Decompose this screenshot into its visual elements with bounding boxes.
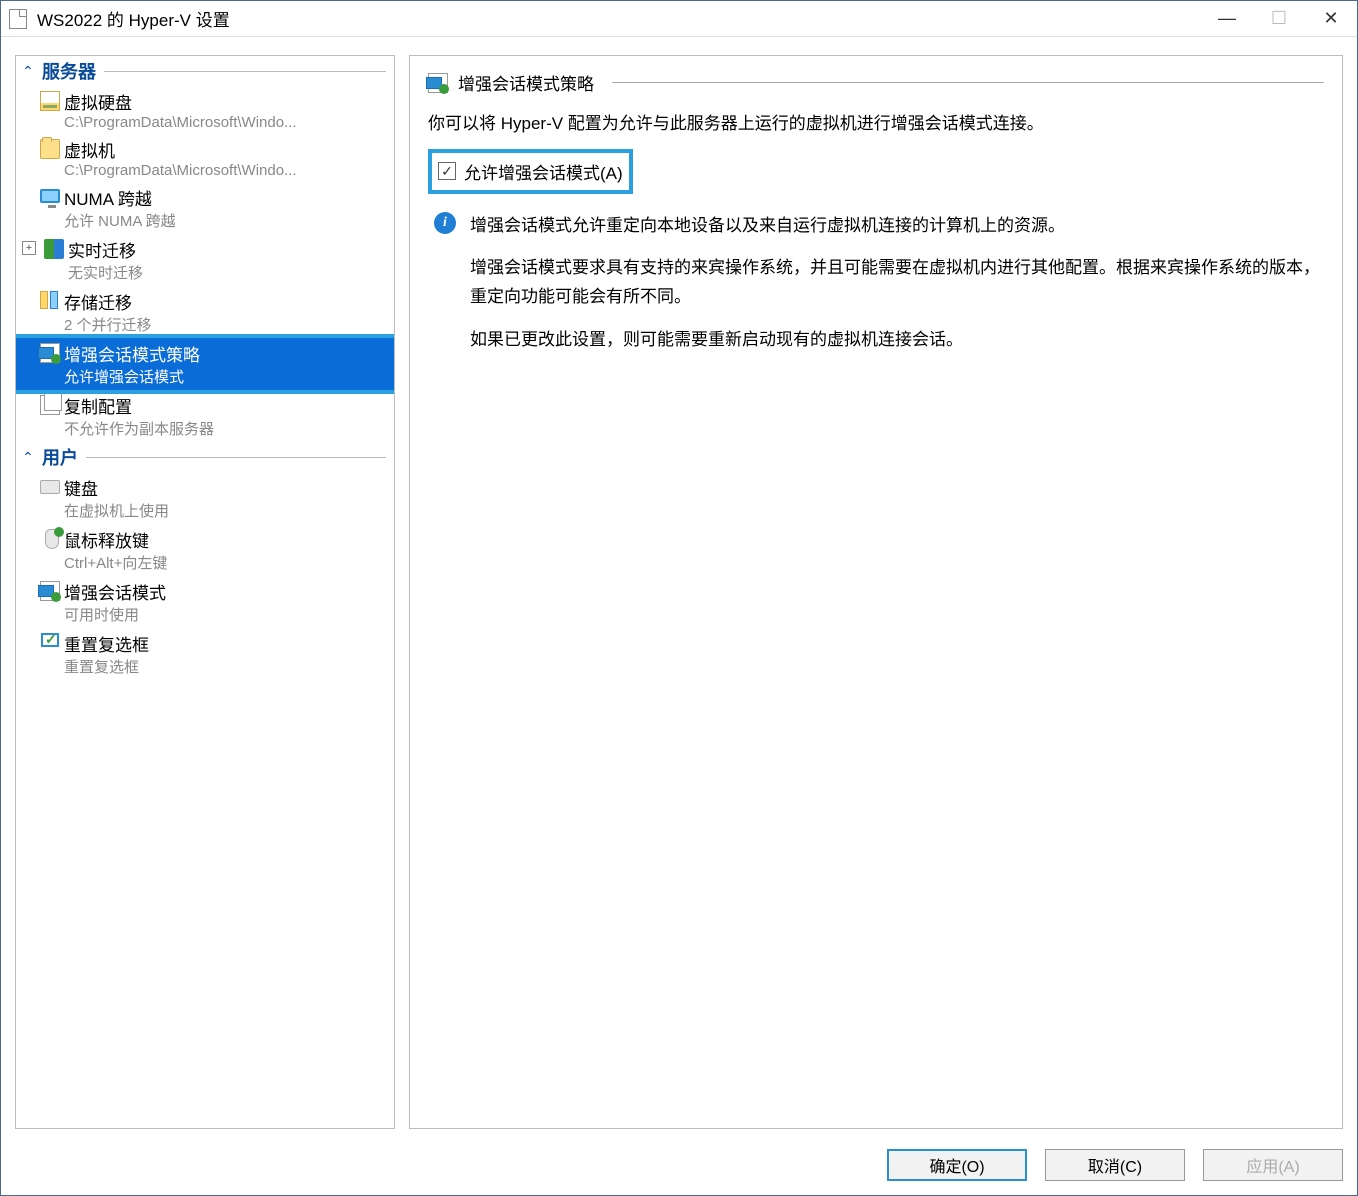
mouse-icon bbox=[45, 529, 59, 549]
content-area: ⌃ 服务器 虚拟硬盘 C:\ProgramData\Microsoft\Wind… bbox=[1, 37, 1357, 1139]
sidebar-item-virtual-machine[interactable]: 虚拟机 C:\ProgramData\Microsoft\Windo... bbox=[16, 134, 394, 182]
info-text: 增强会话模式允许重定向本地设备以及来自运行虚拟机连接的计算机上的资源。 增强会话… bbox=[470, 212, 1324, 370]
sidebar-item-subtitle: 2 个并行迁移 bbox=[64, 314, 152, 335]
sidebar-item-subtitle: 不允许作为副本服务器 bbox=[64, 418, 214, 439]
sidebar-item-label: NUMA 跨越 bbox=[64, 185, 176, 210]
expand-icon[interactable]: + bbox=[22, 241, 36, 255]
section-header-server[interactable]: ⌃ 服务器 bbox=[16, 56, 394, 86]
disk-icon bbox=[40, 91, 60, 111]
chevron-up-icon: ⌃ bbox=[22, 449, 38, 466]
panel-description: 你可以将 Hyper-V 配置为允许与此服务器上运行的虚拟机进行增强会话模式连接… bbox=[428, 111, 1324, 137]
sidebar-item-label: 增强会话模式 bbox=[64, 579, 166, 604]
close-button[interactable]: ✕ bbox=[1305, 1, 1357, 36]
checkbox-icon: ✓ bbox=[438, 162, 456, 180]
sidebar-item-subtitle: 可用时使用 bbox=[64, 604, 166, 625]
monitor-icon bbox=[40, 189, 60, 203]
window-icon bbox=[9, 9, 27, 29]
cancel-button[interactable]: 取消(C) bbox=[1045, 1149, 1185, 1181]
migration-icon bbox=[44, 239, 64, 259]
sidebar-item-mouse-release[interactable]: 鼠标释放键 Ctrl+Alt+向左键 bbox=[16, 524, 394, 576]
chevron-up-icon: ⌃ bbox=[22, 63, 38, 80]
section-label: 服务器 bbox=[42, 58, 96, 84]
sidebar-scroll[interactable]: ⌃ 服务器 虚拟硬盘 C:\ProgramData\Microsoft\Wind… bbox=[16, 56, 394, 680]
sidebar-item-subtitle: 允许增强会话模式 bbox=[64, 366, 200, 387]
section-label: 用户 bbox=[42, 444, 78, 470]
sidebar-item-label: 复制配置 bbox=[64, 393, 214, 418]
hyperv-settings-window: WS2022 的 Hyper-V 设置 — ☐ ✕ ⌃ 服务器 虚拟硬盘 bbox=[0, 0, 1358, 1196]
sidebar-item-subtitle: 在虚拟机上使用 bbox=[64, 500, 169, 521]
sidebar-item-label: 鼠标释放键 bbox=[64, 527, 167, 552]
sidebar-item-label: 增强会话模式策略 bbox=[64, 341, 200, 366]
checkbox-icon bbox=[41, 633, 59, 647]
sidebar-item-keyboard[interactable]: 键盘 在虚拟机上使用 bbox=[16, 472, 394, 524]
section-header-user[interactable]: ⌃ 用户 bbox=[16, 442, 394, 472]
info-paragraph: 如果已更改此设置，则可能需要重新启动现有的虚拟机连接会话。 bbox=[470, 326, 1324, 355]
window-controls: — ☐ ✕ bbox=[1201, 1, 1357, 36]
sidebar-item-live-migration[interactable]: + 实时迁移 无实时迁移 bbox=[16, 234, 394, 286]
sidebar-item-label: 虚拟机 bbox=[64, 137, 297, 162]
sidebar-item-label: 键盘 bbox=[64, 475, 169, 500]
sidebar-item-enhanced-session-mode[interactable]: 增强会话模式 可用时使用 bbox=[16, 576, 394, 628]
sidebar-item-virtual-disk[interactable]: 虚拟硬盘 C:\ProgramData\Microsoft\Windo... bbox=[16, 86, 394, 134]
policy-icon bbox=[40, 343, 60, 363]
keyboard-icon bbox=[40, 480, 60, 494]
sidebar-item-numa[interactable]: NUMA 跨越 允许 NUMA 跨越 bbox=[16, 182, 394, 234]
info-paragraph: 增强会话模式允许重定向本地设备以及来自运行虚拟机连接的计算机上的资源。 bbox=[470, 212, 1324, 241]
main-panel: 增强会话模式策略 你可以将 Hyper-V 配置为允许与此服务器上运行的虚拟机进… bbox=[409, 55, 1343, 1129]
panel-heading: 增强会话模式策略 bbox=[428, 70, 1324, 95]
window-title: WS2022 的 Hyper-V 设置 bbox=[37, 6, 1201, 31]
sidebar-item-subtitle: 重置复选框 bbox=[64, 656, 149, 677]
sidebar-item-subtitle: Ctrl+Alt+向左键 bbox=[64, 552, 167, 573]
sidebar-item-subtitle: 无实时迁移 bbox=[68, 262, 143, 283]
policy-icon bbox=[40, 581, 60, 601]
sidebar-item-subtitle: C:\ProgramData\Microsoft\Windo... bbox=[64, 114, 297, 131]
info-icon: i bbox=[434, 212, 456, 234]
copy-icon bbox=[40, 395, 60, 415]
sidebar-item-label: 虚拟硬盘 bbox=[64, 89, 297, 114]
storage-icon bbox=[40, 291, 60, 311]
sidebar-item-subtitle: 允许 NUMA 跨越 bbox=[64, 210, 176, 231]
dialog-buttons: 确定(O) 取消(C) 应用(A) bbox=[1, 1139, 1357, 1195]
sidebar-item-subtitle: C:\ProgramData\Microsoft\Windo... bbox=[64, 162, 297, 179]
info-paragraph: 增强会话模式要求具有支持的来宾操作系统，并且可能需要在虚拟机内进行其他配置。根据… bbox=[470, 254, 1324, 312]
titlebar: WS2022 的 Hyper-V 设置 — ☐ ✕ bbox=[1, 1, 1357, 37]
sidebar: ⌃ 服务器 虚拟硬盘 C:\ProgramData\Microsoft\Wind… bbox=[15, 55, 395, 1129]
sidebar-item-replication[interactable]: 复制配置 不允许作为副本服务器 bbox=[16, 390, 394, 442]
panel-title: 增强会话模式策略 bbox=[458, 70, 594, 95]
apply-button[interactable]: 应用(A) bbox=[1203, 1149, 1343, 1181]
minimize-button[interactable]: — bbox=[1201, 1, 1253, 36]
sidebar-item-label: 实时迁移 bbox=[68, 237, 143, 262]
policy-icon bbox=[428, 73, 448, 93]
ok-button[interactable]: 确定(O) bbox=[887, 1149, 1027, 1181]
checkbox-label: 允许增强会话模式(A) bbox=[464, 159, 623, 184]
sidebar-item-enhanced-session-policy[interactable]: 增强会话模式策略 允许增强会话模式 bbox=[16, 338, 394, 390]
sidebar-item-label: 重置复选框 bbox=[64, 631, 149, 656]
sidebar-item-label: 存储迁移 bbox=[64, 289, 152, 314]
allow-enhanced-session-checkbox[interactable]: ✓ 允许增强会话模式(A) bbox=[428, 149, 633, 194]
info-block: i 增强会话模式允许重定向本地设备以及来自运行虚拟机连接的计算机上的资源。 增强… bbox=[428, 212, 1324, 370]
folder-icon bbox=[40, 139, 60, 159]
maximize-button[interactable]: ☐ bbox=[1253, 1, 1305, 36]
sidebar-item-reset-checkboxes[interactable]: 重置复选框 重置复选框 bbox=[16, 628, 394, 680]
sidebar-item-storage-migration[interactable]: 存储迁移 2 个并行迁移 bbox=[16, 286, 394, 338]
